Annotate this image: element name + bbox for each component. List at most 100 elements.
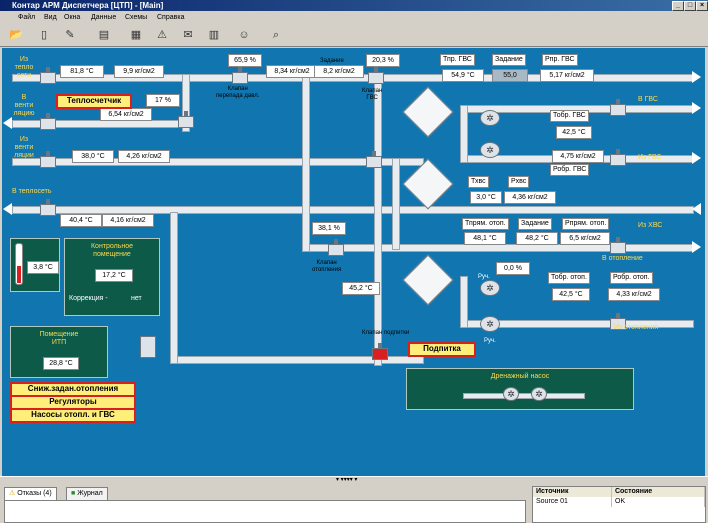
label-phvs: Рхвс bbox=[508, 176, 530, 188]
gvs-valve-icon[interactable] bbox=[368, 67, 384, 84]
value-ppr-gvs: 5,17 кг/см2 bbox=[540, 69, 594, 82]
label-from-hvs: Из ХВС bbox=[638, 222, 663, 229]
label-from-heat-net: Из тепло сети bbox=[14, 56, 34, 79]
valve-icon[interactable] bbox=[366, 151, 382, 168]
outdoor-temp-panel: 3,8 °C bbox=[10, 238, 60, 292]
grid-header-state[interactable]: Состояние bbox=[611, 487, 705, 497]
feed-button[interactable]: Подпитка bbox=[408, 342, 476, 357]
warning-icon: ⚠ bbox=[9, 490, 16, 497]
value-tpr-heat: 48,1 °C bbox=[464, 232, 506, 245]
label-tpr-heat: Тпрям. отоп. bbox=[462, 218, 509, 230]
label-tobr-heat: Тобр. отоп. bbox=[548, 272, 590, 284]
open-icon[interactable]: 📂 bbox=[8, 28, 24, 42]
value-setpoint-heat[interactable]: 48,2 °C bbox=[516, 232, 558, 245]
tab-journal[interactable]: ■ Журнал bbox=[66, 487, 108, 500]
valve-icon[interactable] bbox=[610, 99, 626, 116]
control-room-temp: 17,2 °C bbox=[95, 269, 133, 282]
grid-header-source[interactable]: Источник bbox=[533, 487, 612, 497]
label-hand-2: Руч. bbox=[484, 338, 496, 344]
mail-icon[interactable]: ✉ bbox=[180, 28, 196, 42]
label-pobr-gvs: Робр. ГВС bbox=[550, 164, 590, 176]
valve-icon[interactable] bbox=[40, 199, 56, 216]
grid-icon[interactable]: ▦ bbox=[128, 28, 144, 42]
value-t-heatnet: 40,4 °C bbox=[60, 214, 102, 227]
users-icon[interactable]: ☺ bbox=[236, 28, 252, 42]
itp-room-temp: 28,8 °C bbox=[43, 357, 79, 370]
value-g-in: 9,9 кг/см2 bbox=[114, 65, 164, 78]
pipe-vertical-feed bbox=[170, 212, 178, 364]
label-tobr-gvs: Тобр. ГВС bbox=[550, 110, 589, 122]
label-setpoint-heat: Задание bbox=[518, 218, 552, 230]
gvs-pump-2-icon[interactable]: ✲ bbox=[480, 142, 500, 158]
drainage-pump-panel: Дренажный насос ✲ ✲ bbox=[406, 368, 634, 410]
minimize-button[interactable]: _ bbox=[672, 1, 684, 11]
document-icon[interactable]: ▯ bbox=[36, 28, 52, 42]
pipe-vertical-heat-right bbox=[460, 276, 468, 328]
heating-valve-icon[interactable] bbox=[328, 239, 344, 256]
feed-valve-icon[interactable] bbox=[372, 343, 388, 360]
label-gvs-valve: Клапан ГВС bbox=[362, 88, 383, 101]
search-icon[interactable]: ⌕ bbox=[268, 28, 284, 42]
value-thvs: 3,0 °C bbox=[470, 191, 502, 204]
alarm-icon[interactable]: ⚠ bbox=[154, 28, 170, 42]
drainage-pump-title: Дренажный насос bbox=[490, 373, 550, 380]
valve-icon[interactable] bbox=[610, 149, 626, 166]
value-tobr-gvs: 42,5 °C bbox=[556, 126, 592, 139]
menu-data[interactable]: Данные bbox=[91, 11, 116, 24]
menu-file[interactable]: Файл bbox=[18, 11, 35, 24]
arrow-hvs bbox=[692, 203, 701, 215]
journal-icon: ■ bbox=[71, 490, 76, 497]
bottom-panel: ⚠ Отказы (4) ■ Журнал Источник Состояние… bbox=[0, 483, 708, 523]
drain-pump-icon[interactable]: ✲ bbox=[503, 387, 519, 401]
correction-label: Коррекция - bbox=[69, 295, 108, 302]
grid-cell-source: Source 01 bbox=[533, 497, 612, 507]
menu-bar: Файл Вид Окна Данные Схемы Справка bbox=[0, 11, 708, 24]
label-to-heating: В отопление bbox=[602, 255, 643, 262]
tab-failures[interactable]: ⚠ Отказы (4) bbox=[4, 487, 57, 500]
door-icon[interactable] bbox=[140, 336, 156, 358]
arrow-vent bbox=[3, 117, 12, 129]
pumps-button[interactable]: Насосы отопл. и ГВС bbox=[10, 408, 136, 423]
value-ppr-heat: 6,5 кг/см2 bbox=[560, 232, 610, 245]
window-title: Контар АРМ Диспетчера [ЦТП] - [Main] bbox=[12, 1, 164, 10]
menu-view[interactable]: Вид bbox=[44, 11, 57, 24]
heating-pump-2-icon[interactable]: ✲ bbox=[480, 316, 500, 332]
chart-icon[interactable]: ▥ bbox=[206, 28, 222, 42]
drain-pump-icon[interactable]: ✲ bbox=[531, 387, 547, 401]
outdoor-temp-value: 3,8 °C bbox=[27, 261, 59, 274]
pipe-vertical-mid bbox=[392, 158, 400, 250]
heat-exchanger-gvs-2 bbox=[402, 158, 454, 210]
gvs-pump-1-icon[interactable]: ✲ bbox=[480, 110, 500, 126]
bypass-valve-icon[interactable] bbox=[232, 67, 248, 84]
valve-icon[interactable] bbox=[610, 237, 626, 254]
label-bypass-valve: Клапан перепада давл. bbox=[216, 86, 260, 99]
status-grid: Источник Состояние Source 01 OK bbox=[532, 486, 706, 523]
heat-exchanger-heating bbox=[402, 254, 454, 306]
thermometer-icon bbox=[15, 243, 23, 285]
value-p-mid: 8,34 кг/см2 bbox=[266, 65, 318, 78]
value-setpoint-p: 8,2 кг/см2 bbox=[314, 65, 364, 78]
value-tobr-heat: 42,5 °C bbox=[552, 288, 590, 301]
heating-pump-1-icon[interactable]: ✲ bbox=[480, 280, 500, 296]
splitter-handle[interactable]: ▾ ▾▾▾▾ ▾ bbox=[336, 476, 357, 483]
valve-icon[interactable] bbox=[40, 151, 56, 168]
menu-windows[interactable]: Окна bbox=[64, 11, 80, 24]
pipe-vertical-gvs-right bbox=[460, 105, 468, 163]
value-setpoint-gvs[interactable]: 55,0 bbox=[492, 69, 528, 82]
valve-icon[interactable] bbox=[40, 113, 56, 130]
label-hand-1: Руч. bbox=[478, 274, 490, 280]
menu-schemes[interactable]: Схемы bbox=[125, 11, 147, 24]
value-bypass-pct: 65,9 % bbox=[228, 54, 262, 67]
label-feed-valve: Клапан подпитки bbox=[362, 330, 410, 336]
print-icon[interactable]: ▤ bbox=[96, 28, 112, 42]
close-button[interactable]: × bbox=[696, 1, 708, 11]
arrow-from-gvs bbox=[692, 152, 701, 164]
heat-meter-button[interactable]: Теплосчетчик bbox=[56, 94, 132, 109]
vent-valve-icon[interactable] bbox=[178, 111, 194, 128]
label-ppr-heat: Рпрям. отоп. bbox=[562, 218, 610, 230]
valve-icon[interactable] bbox=[40, 67, 56, 84]
drain-pipe bbox=[463, 393, 585, 399]
edit-icon[interactable]: ✎ bbox=[62, 28, 78, 42]
menu-help[interactable]: Справка bbox=[157, 11, 184, 24]
maximize-button[interactable]: □ bbox=[684, 1, 696, 11]
